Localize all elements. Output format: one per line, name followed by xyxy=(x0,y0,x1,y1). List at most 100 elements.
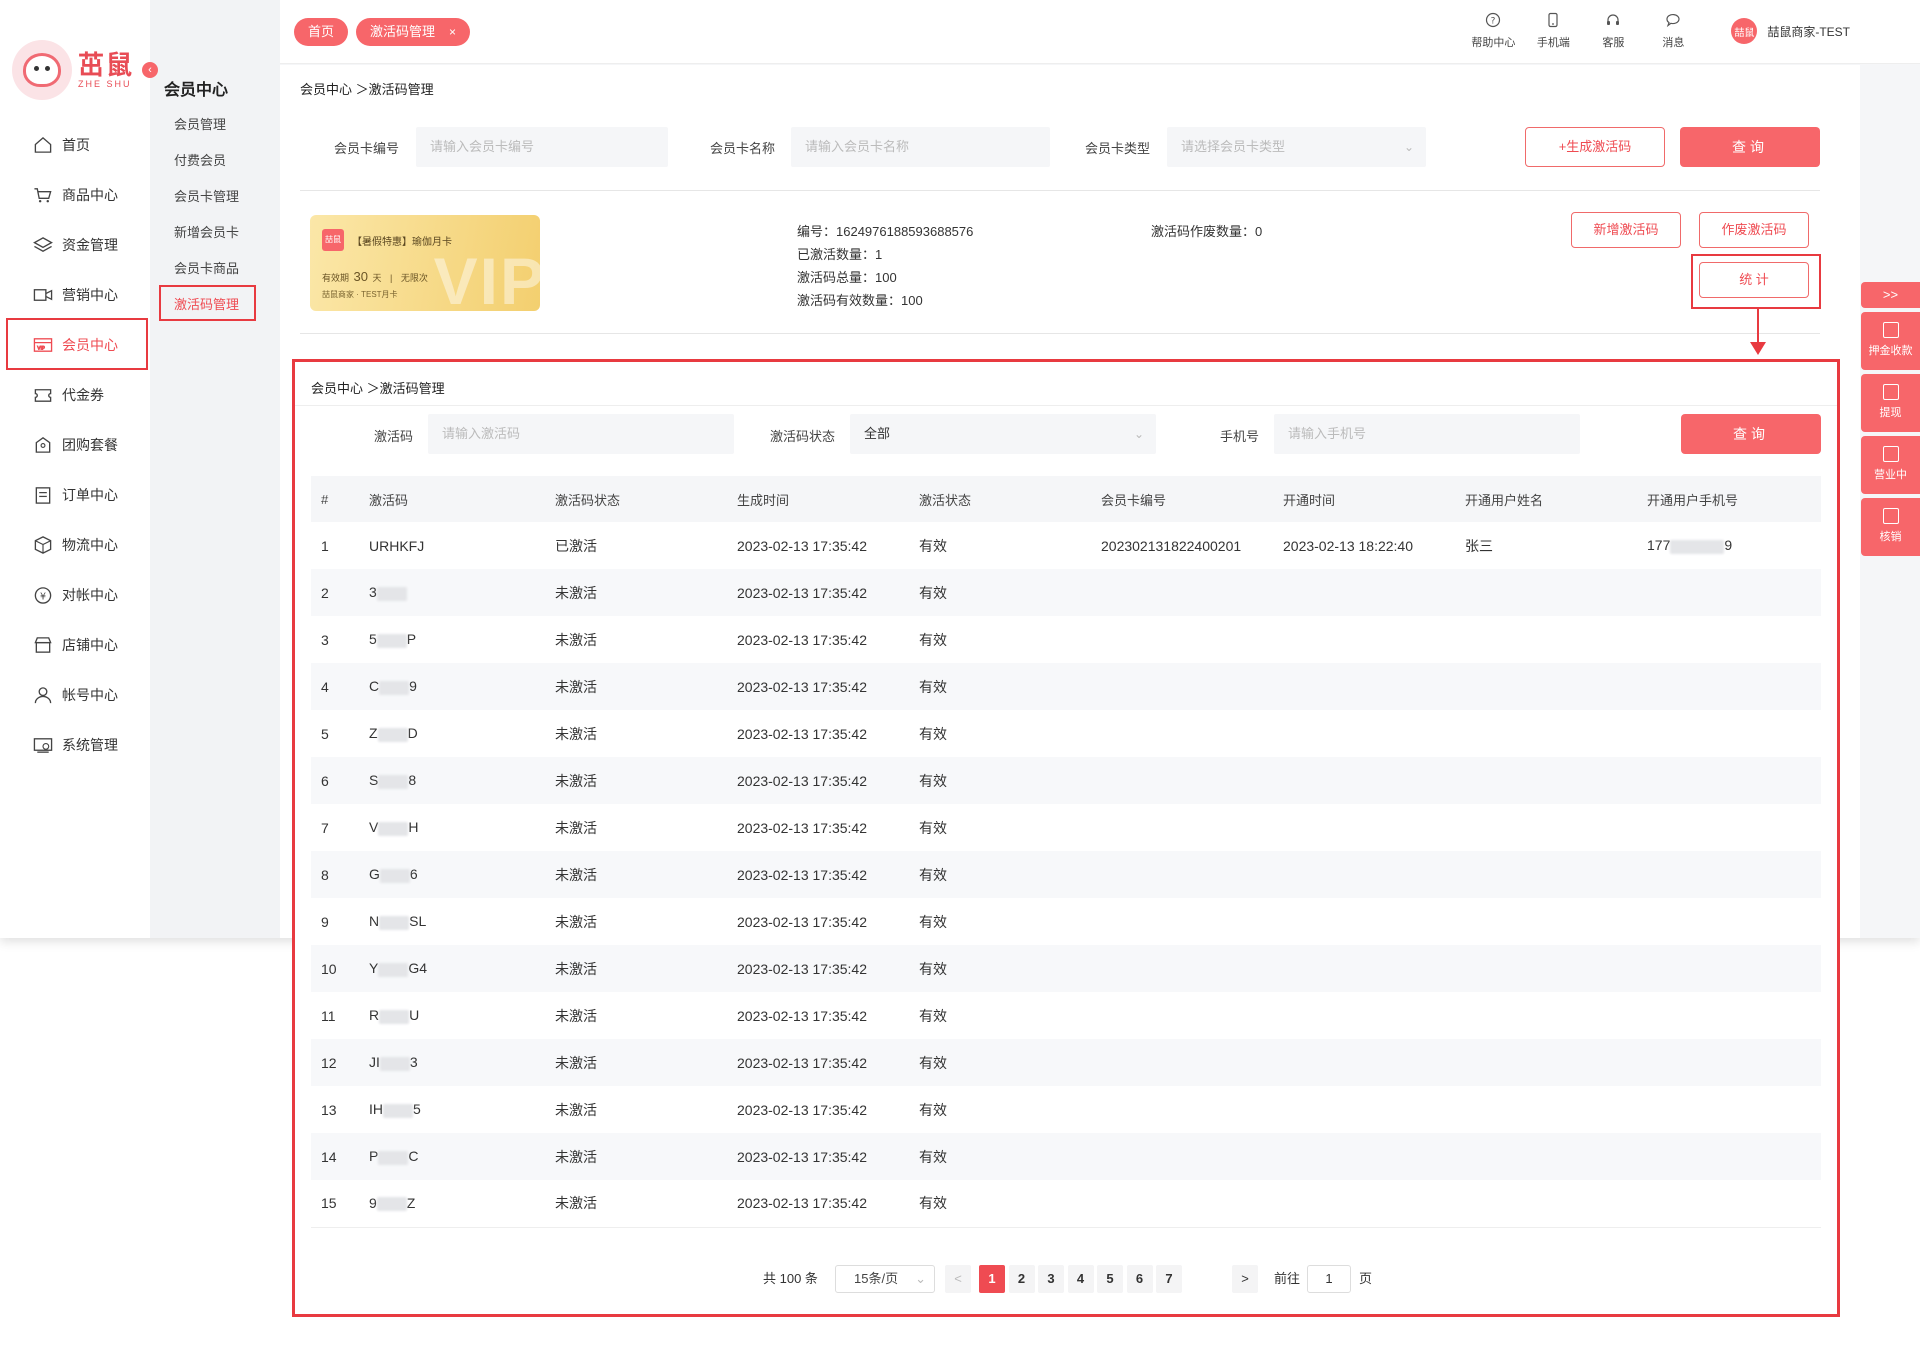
row-index: 13 xyxy=(321,1101,337,1118)
goto-page-input[interactable]: 1 xyxy=(1307,1265,1351,1293)
page-button[interactable]: 6 xyxy=(1126,1265,1153,1293)
table-header-row: # 激活码 激活码状态 生成时间 激活状态 会员卡编号 开通时间 开通用户姓名 开通用户手机号 xyxy=(311,476,1821,522)
sidebar-item-2[interactable]: 商品中心 xyxy=(0,170,150,220)
order-icon xyxy=(32,485,54,505)
page-button[interactable]: 3 xyxy=(1038,1265,1064,1293)
code-suffix: U xyxy=(409,1007,420,1024)
activation-validity: 有效 xyxy=(919,537,947,554)
main-nav: 首页 商品中心 资金管理 营销中心 VIP 会员中心 代金券 团购套餐 订单中心 物流中心 ¥ 对帐中… xyxy=(0,120,150,770)
sidebar-item-13[interactable]: 系统管理 xyxy=(0,720,150,770)
float-bar-item[interactable]: 营业中 xyxy=(1861,436,1920,494)
opened-user-phone xyxy=(1637,1133,1821,1180)
table-row[interactable]: 3 5 P 未激活 2023-02-13 17:35:42 有效 xyxy=(311,616,1821,663)
sidebar-item-9[interactable]: 物流中心 xyxy=(0,520,150,570)
page-button[interactable]: 1 xyxy=(979,1265,1005,1293)
table-row[interactable]: 7 V H 未激活 2023-02-13 17:35:42 有效 xyxy=(311,804,1821,851)
redacted-mask xyxy=(376,586,407,601)
sidebar-item-label: 对帐中心 xyxy=(62,587,118,603)
table-row[interactable]: 14 P C 未激活 2023-02-13 17:35:42 有效 xyxy=(311,1133,1821,1180)
created-time: 2023-02-13 17:35:42 xyxy=(737,1101,867,1118)
svg-text:¥: ¥ xyxy=(40,591,46,602)
table-row[interactable]: 4 C 9 未激活 2023-02-13 17:35:42 有效 xyxy=(311,663,1821,710)
sidebar-item-1[interactable]: 首页 xyxy=(0,120,150,170)
page-button[interactable]: 7 xyxy=(1156,1265,1182,1293)
brand-logo[interactable]: 茁鼠 ZHE SHU xyxy=(12,38,142,102)
sidebar-item-4[interactable]: 营销中心 xyxy=(0,270,150,320)
messages-button[interactable]: 消息 xyxy=(1643,12,1703,50)
column-header: 开通用户手机号 xyxy=(1637,476,1821,522)
query-button[interactable]: 查询 xyxy=(1680,127,1820,167)
sub-sidebar-item[interactable]: 会员卡管理 xyxy=(174,186,239,205)
float-bar-item[interactable]: 提现 xyxy=(1861,374,1920,432)
card-type-label: 会员卡类型 xyxy=(1085,141,1151,156)
sub-sidebar-item[interactable]: 会员卡商品 xyxy=(174,258,239,277)
sidebar-item-12[interactable]: 帐号中心 xyxy=(0,670,150,720)
table-row[interactable]: 6 S 8 未激活 2023-02-13 17:35:42 有效 xyxy=(311,757,1821,804)
mobile-button[interactable]: 手机端 xyxy=(1523,12,1583,50)
code-status-select[interactable]: 全部 ⌄ xyxy=(850,414,1156,454)
generate-codes-button[interactable]: +生成激活码 xyxy=(1525,127,1665,167)
sub-sidebar-item[interactable]: 会员管理 xyxy=(174,114,226,133)
user-menu[interactable]: 喆鼠 喆鼠商家-TEST xyxy=(1731,18,1850,44)
phone-input[interactable] xyxy=(1274,414,1580,454)
code-prefix: N xyxy=(369,913,380,930)
collapse-sidebar-icon[interactable]: ‹ xyxy=(142,62,158,78)
table-row[interactable]: 13 IH 5 未激活 2023-02-13 17:35:42 有效 xyxy=(311,1086,1821,1133)
activation-validity: 有效 xyxy=(909,663,1091,710)
opened-user-name xyxy=(1455,945,1637,992)
opened-user-phone xyxy=(1637,1180,1821,1228)
chevron-down-icon: ⌄ xyxy=(915,1271,926,1286)
card-no-input[interactable] xyxy=(416,127,668,167)
sidebar-item-7[interactable]: 团购套餐 xyxy=(0,420,150,470)
table-row[interactable]: 8 G 6 未激活 2023-02-13 17:35:42 有效 xyxy=(311,851,1821,898)
table-row[interactable]: 12 JI 3 未激活 2023-02-13 17:35:42 有效 xyxy=(311,1039,1821,1086)
sidebar-item-10[interactable]: ¥ 对帐中心 xyxy=(0,570,150,620)
float-bar-toggle[interactable]: >> xyxy=(1861,282,1920,308)
float-bar-item[interactable]: 核销 xyxy=(1861,498,1920,556)
table-row[interactable]: 9 N SL 未激活 2023-02-13 17:35:42 有效 xyxy=(311,898,1821,945)
group-buy-icon xyxy=(32,435,54,455)
panel-query-button[interactable]: 查询 xyxy=(1681,414,1821,454)
divider xyxy=(295,405,1837,406)
next-page-button[interactable]: > xyxy=(1232,1265,1258,1293)
activation-code: PC xyxy=(359,1133,545,1180)
tab-activation-codes[interactable]: 激活码管理 × xyxy=(356,18,471,46)
sidebar-item-6[interactable]: 代金券 xyxy=(0,370,150,420)
card-number xyxy=(1091,757,1273,804)
table-row[interactable]: 2 3 未激活 2023-02-13 17:35:42 有效 xyxy=(311,569,1821,616)
table-row[interactable]: 1 URHKFJ 已激活 2023-02-13 17:35:42 有效 202302131… xyxy=(311,522,1821,569)
redacted-mask xyxy=(379,1056,410,1071)
sidebar-item-11[interactable]: 店铺中心 xyxy=(0,620,150,670)
activation-code: 3 xyxy=(359,569,545,616)
page-size-select[interactable]: 15条/页 ⌄ xyxy=(835,1265,935,1293)
card-type-select[interactable]: 请选择会员卡类型 ⌄ xyxy=(1167,127,1426,167)
sub-sidebar-item[interactable]: 付费会员 xyxy=(174,150,226,169)
close-icon[interactable]: × xyxy=(449,25,456,39)
opened-time xyxy=(1273,663,1455,710)
page-button[interactable]: 4 xyxy=(1067,1265,1094,1293)
void-code-button[interactable]: 作废激活码 xyxy=(1699,212,1809,248)
table-row[interactable]: 11 R U 未激活 2023-02-13 17:35:42 有效 xyxy=(311,992,1821,1039)
activation-validity: 有效 xyxy=(909,1180,1091,1228)
page-button[interactable]: 2 xyxy=(1008,1265,1035,1293)
opened-user-name xyxy=(1455,898,1637,945)
card-name-input[interactable] xyxy=(791,127,1050,167)
card-no-label: 会员卡编号 xyxy=(334,141,400,156)
help-center-button[interactable]: ? 帮助中心 xyxy=(1463,12,1523,50)
table-row[interactable]: 10 Y G4 未激活 2023-02-13 17:35:42 有效 xyxy=(311,945,1821,992)
prev-page-button[interactable]: < xyxy=(945,1265,971,1293)
sidebar-item-3[interactable]: 资金管理 xyxy=(0,220,150,270)
page-button[interactable]: 5 xyxy=(1097,1265,1123,1293)
redacted-mask xyxy=(1670,539,1725,554)
table-row[interactable]: 5 Z D 未激活 2023-02-13 17:35:42 有效 xyxy=(311,710,1821,757)
sub-sidebar-item[interactable]: 新增会员卡 xyxy=(174,222,239,241)
customer-service-button[interactable]: 客服 xyxy=(1583,12,1643,50)
add-code-button[interactable]: 新增激活码 xyxy=(1571,212,1681,248)
activation-code: 9Z xyxy=(359,1180,545,1228)
float-bar-item[interactable]: 押金收款 xyxy=(1861,312,1920,370)
tab-home[interactable]: 首页 xyxy=(294,18,349,46)
code-input[interactable] xyxy=(428,414,734,454)
sidebar-item-8[interactable]: 订单中心 xyxy=(0,470,150,520)
table-row[interactable]: 15 9 Z 未激活 2023-02-13 17:35:42 有效 xyxy=(311,1180,1821,1228)
row-index: 10 xyxy=(311,945,359,992)
